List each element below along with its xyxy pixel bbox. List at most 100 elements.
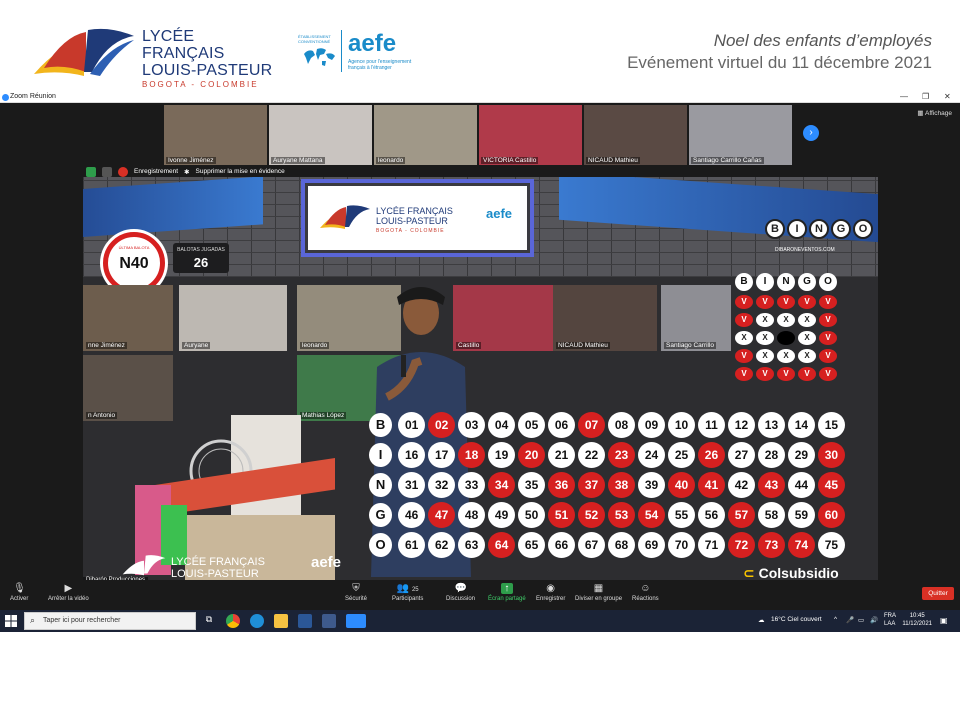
remove-highlight-button[interactable]: Supprimer la mise en évidence [196, 168, 285, 175]
number-ball: 11 [697, 412, 725, 438]
close-icon[interactable]: ✕ [944, 92, 951, 101]
inner-participant-tile: NICAUD Mathieu [553, 285, 657, 351]
last-ball-label: ÚLTIMA BALOTA [118, 245, 150, 250]
next-page-button[interactable]: › [803, 125, 819, 141]
participant-thumbnail[interactable]: NICAUD Mathieu [584, 105, 687, 165]
volume-icon[interactable]: 🔊 [870, 616, 878, 624]
outlook-icon[interactable] [322, 614, 336, 628]
notification-icon[interactable]: ▣ [940, 616, 948, 625]
windows-start-icon[interactable] [5, 615, 17, 627]
breakout-rooms-button[interactable]: ▦ Diviser en groupe [575, 583, 622, 602]
tray-arrow-icon[interactable]: ^ [834, 616, 837, 623]
video-camera-icon: ▶ [64, 583, 73, 594]
open-book-logo-icon [34, 28, 134, 76]
bingo-pattern-card: BINGO VVVVVVXXXVXXXVVXXXVVVVVV [732, 273, 842, 403]
quit-meeting-button[interactable]: Quitter [922, 587, 954, 600]
banner-lycee-line2: LOUIS-PASTEUR [376, 216, 448, 226]
participant-thumbnail[interactable]: leonardo [374, 105, 477, 165]
stage-banner: LYCÉE FRANÇAIS LOUIS-PASTEUR BOGOTA - CO… [305, 183, 530, 253]
called-number-ball: 36 [548, 472, 576, 498]
participants-button[interactable]: 👥 25 Participants [392, 583, 423, 602]
board-row-letter: N [369, 473, 393, 497]
participant-name: Auryane Mattana [271, 157, 325, 164]
shield-icon: ⛨ [352, 583, 360, 594]
number-ball: 62 [428, 532, 456, 558]
zoom-window: Zoom Réunion — ❐ ✕ Ivonne Jiménez Auryane… [0, 92, 960, 632]
card-cell: V [819, 331, 837, 345]
share-screen-button[interactable]: ↑ Écran partagé [488, 583, 526, 602]
search-icon: ⌕ [30, 615, 36, 625]
unmute-button[interactable]: 🎙 Activer [10, 583, 28, 602]
called-number-ball: 73 [757, 532, 785, 558]
number-ball: 56 [697, 502, 725, 528]
called-number-ball: 57 [727, 502, 755, 528]
card-header-letter: N [777, 273, 795, 291]
zoom-meeting-area: Ivonne Jiménez Auryane Mattana leonardo VIC… [0, 103, 960, 587]
participant-thumbnail[interactable]: Ivonne Jiménez [164, 105, 267, 165]
zoom-taskbar-icon[interactable] [346, 614, 366, 628]
banner-lycee-line1: LYCÉE FRANÇAIS [376, 206, 453, 216]
card-grid: VVVVVVXXXVXXXVVXXXVVVVVV [735, 295, 842, 381]
zoom-toolbar: 🎙 Activer ▶ Arrêter la vidéo ⛨ Sécurité 👥 2… [0, 580, 960, 610]
reactions-button[interactable]: ☺ Réactions [632, 583, 659, 602]
system-clock[interactable]: 10:45 11/12/2021 [902, 612, 932, 628]
participant-name: nne Jiménez [86, 342, 127, 349]
microphone-icon[interactable]: 🎤 [846, 616, 854, 624]
inner-participant-tile: Santiago Carrillo [661, 285, 731, 351]
breakout-grid-icon: ▦ [593, 583, 604, 594]
recording-label: Enregistrement [134, 168, 179, 175]
participant-name: leonardo [300, 342, 330, 349]
chat-button[interactable]: 💬 Discussion [446, 583, 475, 602]
participants-label: Participants [392, 596, 424, 602]
banner-lycee-text: LYCÉE FRANÇAIS LOUIS-PASTEUR BOGOTA - CO… [376, 206, 453, 236]
played-balls-counter: BALOTAS JUGADAS 26 [173, 243, 229, 273]
aefe-establishment-label: ÉTABLISSEMENT CONVENTIONNÉ [298, 34, 331, 44]
participant-name: Ivonne Jiménez [166, 157, 216, 164]
number-ball: 25 [668, 442, 695, 468]
reactions-label: Réactions [632, 596, 659, 602]
aefe-wordmark: aefe [348, 30, 397, 57]
participant-name: n Antonio [86, 412, 118, 419]
file-explorer-icon[interactable] [274, 614, 288, 628]
security-button[interactable]: ⛨ Sécurité [345, 583, 367, 602]
stop-video-button[interactable]: ▶ Arrêter la vidéo [48, 583, 89, 602]
participant-thumbnail[interactable]: VICTORIA Castillo [479, 105, 582, 165]
number-ball: 14 [787, 412, 815, 438]
language-indicator[interactable]: FRA LAA [884, 612, 896, 628]
view-button[interactable]: ▦ Affichage [917, 109, 952, 117]
participant-thumbnail[interactable]: Santiago Carrillo Cañas [689, 105, 792, 165]
number-ball: 44 [787, 472, 815, 498]
lycee-logo: LYCÉE FRANÇAIS LOUIS-PASTEUR BOGOTA - CO… [30, 20, 275, 89]
bingo-logo-letter: I [787, 219, 807, 239]
board-row: N 31 32 33 34 35 36 37 38 39 40 41 42 43 44 45 [369, 471, 845, 499]
number-ball: 42 [727, 472, 755, 498]
card-cell: V [756, 295, 774, 309]
lycee-city: BOGOTA - COLOMBIE [142, 80, 259, 89]
number-ball: 49 [488, 502, 516, 528]
card-cell: V [798, 295, 816, 309]
chrome-icon[interactable] [226, 614, 240, 628]
minimize-icon[interactable]: — [900, 92, 908, 101]
number-ball: 71 [697, 532, 725, 558]
card-cell: V [735, 367, 753, 381]
number-ball: 29 [787, 442, 815, 468]
record-button[interactable]: ◉ Enregistrer [536, 583, 565, 602]
number-ball: 67 [578, 532, 606, 558]
participant-thumbnail[interactable]: Auryane Mattana [269, 105, 372, 165]
number-ball: 31 [398, 472, 426, 498]
task-view-icon[interactable]: ⧉ [202, 614, 216, 628]
zoom-title-bar: Zoom Réunion — ❐ ✕ [0, 92, 960, 103]
board-row: O 61 62 63 64 65 66 67 68 69 70 71 72 73 74 75 [369, 531, 845, 559]
inner-participant-tile: nne Jiménez [83, 285, 173, 351]
pointer-icon[interactable] [102, 166, 112, 177]
word-icon[interactable] [298, 614, 312, 628]
presentation-slide: LYCÉE FRANÇAIS LOUIS-PASTEUR BOGOTA - CO… [0, 0, 960, 720]
edge-icon[interactable] [250, 614, 264, 628]
bingo-logo-letter: G [831, 219, 851, 239]
restore-icon[interactable]: ❐ [922, 92, 929, 101]
taskbar-search-box[interactable]: ⌕ Taper ici pour rechercher [24, 612, 196, 630]
language-line2: LAA [884, 621, 896, 627]
weather-text: 16°C Ciel couvert [771, 616, 822, 623]
network-icon[interactable]: ▭ [858, 616, 864, 624]
called-number-ball: 37 [578, 472, 606, 498]
